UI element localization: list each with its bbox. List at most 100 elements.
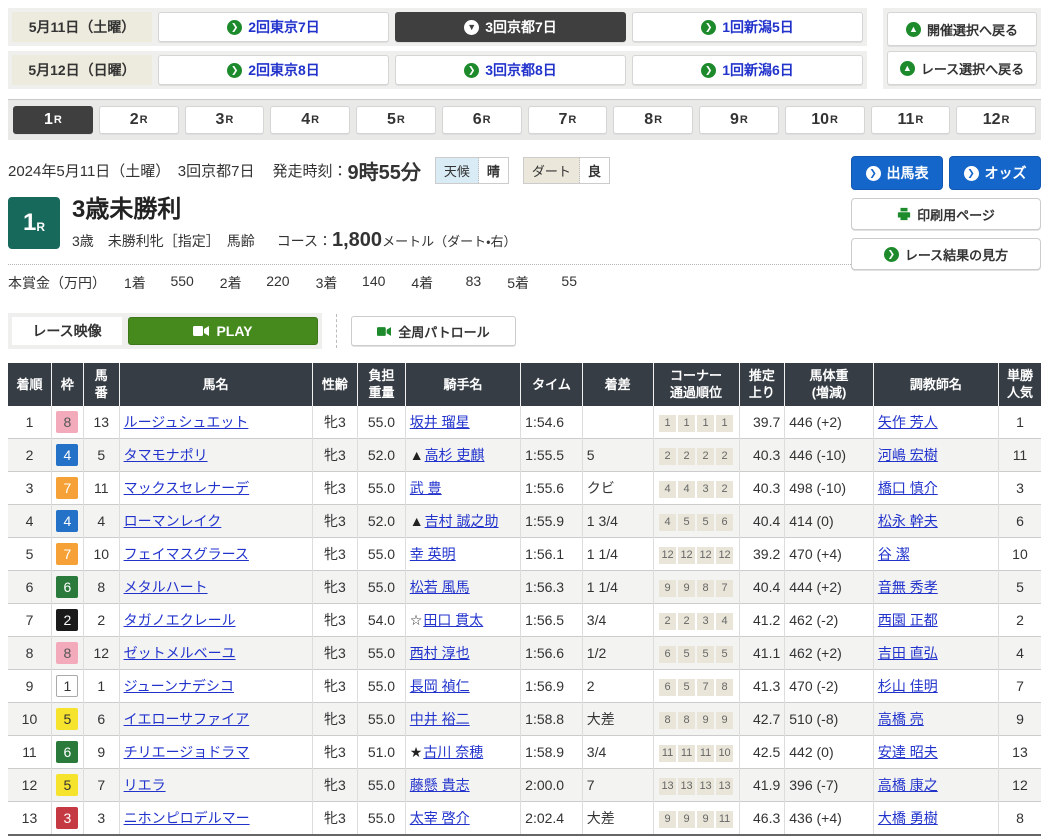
horse-name-link[interactable]: チリエージョドラマ [124, 744, 250, 760]
jockey-name-link[interactable]: 中井 裕二 [410, 711, 470, 727]
trainer-name-link[interactable]: 杉山 佳明 [878, 678, 938, 694]
horse-name-link[interactable]: ジューンナデシコ [124, 678, 234, 694]
jockey-cell: 太宰 啓介 [405, 802, 520, 836]
race-header: 2024年5月11日（土曜） 3回京都7日 発走時刻：9時55分 天候 晴 ダー… [8, 156, 1041, 299]
jockey-name-link[interactable]: 古川 奈穂 [423, 744, 483, 760]
trainer-name-link[interactable]: 西園 正都 [878, 612, 938, 628]
corner-position: 11 [697, 745, 714, 762]
horse-name-link[interactable]: マックスセレナーデ [124, 480, 250, 496]
jockey-name-link[interactable]: 武 豊 [410, 480, 442, 496]
race-tab-10R[interactable]: 10R [785, 106, 865, 134]
last-3f-time: 39.7 [739, 406, 785, 439]
carried-weight: 55.0 [358, 670, 406, 703]
carried-weight: 55.0 [358, 571, 406, 604]
race-result-page: 5月11日（土曜） ❯ 2回東京7日 ▼ 3回京都7日 ❯ 1回新潟5日 5月1… [0, 0, 1049, 836]
race-tab-7R[interactable]: 7R [528, 106, 608, 134]
meeting-button-tokyo8[interactable]: ❯ 2回東京8日 [158, 55, 389, 85]
trainer-name-link[interactable]: 松永 幹夫 [878, 513, 938, 529]
meeting-button-tokyo7[interactable]: ❯ 2回東京7日 [158, 12, 389, 42]
horse-name-link[interactable]: フェイマスグラース [124, 546, 249, 562]
sex-age: 牝3 [312, 538, 357, 571]
back-to-race-select-button[interactable]: ▲ レース選択へ戻る [887, 51, 1037, 85]
corner-positions: 6578 [653, 670, 739, 703]
meeting-button-niigata6[interactable]: ❯ 1回新潟6日 [632, 55, 863, 85]
horse-name-link[interactable]: ニホンピロデルマー [124, 810, 250, 826]
trainer-name-link[interactable]: 谷 潔 [878, 546, 910, 562]
jockey-name-link[interactable]: 太宰 啓介 [410, 810, 470, 826]
arrow-up-icon: ▲ [906, 22, 921, 37]
race-tab-2R[interactable]: 2R [99, 106, 179, 134]
race-tab-9R[interactable]: 9R [699, 106, 779, 134]
play-button[interactable]: PLAY [128, 317, 318, 345]
meeting-label: 1回新潟5日 [722, 17, 794, 37]
trainer-name-link[interactable]: 橋口 慎介 [878, 480, 938, 496]
jockey-cell: 藤懸 貴志 [405, 769, 520, 802]
horse-name-link[interactable]: ルージュシュエット [124, 414, 249, 430]
jockey-name-link[interactable]: 坂井 瑠星 [410, 414, 470, 430]
meeting-label: 2回東京8日 [248, 60, 320, 80]
race-tab-3R[interactable]: 3R [185, 106, 265, 134]
race-tab-1R[interactable]: 1R [13, 106, 93, 134]
horse-number: 3 [83, 802, 119, 836]
prize-label: 本賞金（万円） [8, 273, 106, 293]
result-row: 8812ゼットメルベーユ牝355.0西村 淳也1:56.61/2655541.1… [8, 637, 1041, 670]
patrol-video-button[interactable]: 全周パトロール [351, 316, 516, 346]
jockey-name-link[interactable]: 西村 淳也 [410, 645, 470, 661]
corner-position: 2 [678, 613, 695, 630]
result-row: 722タガノエクレール牝354.0☆田口 貫太1:56.53/4223441.2… [8, 604, 1041, 637]
jockey-name-link[interactable]: 長岡 禎仁 [410, 678, 470, 694]
horse-name-cell: リエラ [119, 769, 312, 802]
horse-name-link[interactable]: タガノエクレール [124, 612, 236, 628]
race-number-suffix: R [36, 220, 45, 234]
weather-label: 天候 [436, 158, 479, 183]
corner-position: 2 [716, 448, 733, 465]
jockey-name-link[interactable]: 吉村 誠之助 [425, 513, 499, 529]
print-page-button[interactable]: 印刷用ページ [851, 198, 1041, 230]
jockey-cell: ▲高杉 吏麒 [405, 439, 520, 472]
jockey-name-link[interactable]: 幸 英明 [410, 546, 456, 562]
trainer-name-link[interactable]: 安達 昭夫 [878, 744, 938, 760]
jockey-name-link[interactable]: 高杉 吏麒 [425, 447, 485, 463]
jockey-name-link[interactable]: 田口 貫太 [423, 612, 483, 628]
jockey-name-link[interactable]: 藤懸 貴志 [410, 777, 470, 793]
jockey-name-link[interactable]: 松若 風馬 [410, 579, 470, 595]
race-tab-11R[interactable]: 11R [871, 106, 951, 134]
back-to-kaisai-button[interactable]: ▲ 開催選択へ戻る [887, 12, 1037, 46]
meeting-button-kyoto8[interactable]: ❯ 3回京都8日 [395, 55, 626, 85]
race-tab-8R[interactable]: 8R [613, 106, 693, 134]
race-tab-6R[interactable]: 6R [442, 106, 522, 134]
race-tab-4R[interactable]: 4R [270, 106, 350, 134]
race-tab-5R[interactable]: 5R [356, 106, 436, 134]
horse-name-link[interactable]: ローマンレイク [124, 513, 222, 529]
horse-name-link[interactable]: タマモナポリ [124, 447, 208, 463]
result-guide-button[interactable]: ❯ レース結果の見方 [851, 238, 1041, 270]
horse-name-link[interactable]: リエラ [124, 777, 166, 793]
meeting-button-niigata5[interactable]: ❯ 1回新潟5日 [632, 12, 863, 42]
arrow-right-icon: ❯ [227, 63, 242, 78]
result-row: 444ローマンレイク牝352.0▲吉村 誠之助1:55.91 3/4455640… [8, 505, 1041, 538]
horse-body-weight: 414 (0) [785, 505, 874, 538]
trainer-name-link[interactable]: 高橋 康之 [878, 777, 938, 793]
race-tab-12R[interactable]: 12R [956, 106, 1036, 134]
trainer-name-link[interactable]: 音無 秀孝 [878, 579, 938, 595]
trainer-name-link[interactable]: 矢作 芳人 [878, 414, 938, 430]
win-popularity: 10 [998, 538, 1041, 571]
track-condition-badge: ダート 良 [523, 157, 610, 184]
horse-name-cell: タガノエクレール [119, 604, 312, 637]
corner-position: 9 [659, 580, 676, 597]
trainer-name-link[interactable]: 吉田 直弘 [878, 645, 938, 661]
horse-name-link[interactable]: イエローサファイア [124, 711, 250, 727]
result-row: 3711マックスセレナーデ牝355.0武 豊1:55.6クビ443240.349… [8, 472, 1041, 505]
meeting-day-rows: 5月11日（土曜） ❯ 2回東京7日 ▼ 3回京都7日 ❯ 1回新潟5日 5月1… [8, 8, 867, 89]
meeting-button-kyoto7-selected[interactable]: ▼ 3回京都7日 [395, 12, 626, 42]
trainer-name-link[interactable]: 大橋 勇樹 [878, 810, 938, 826]
win-popularity: 7 [998, 670, 1041, 703]
corner-position: 9 [697, 712, 714, 729]
shutsuba-button[interactable]: ❯ 出馬表 [851, 156, 943, 190]
trainer-name-link[interactable]: 河嶋 宏樹 [878, 447, 938, 463]
horse-name-link[interactable]: ゼットメルベーユ [124, 645, 236, 661]
carried-weight: 55.0 [358, 703, 406, 736]
odds-button[interactable]: ❯ オッズ [949, 156, 1041, 190]
trainer-name-link[interactable]: 高橋 亮 [878, 711, 924, 727]
horse-name-link[interactable]: メタルハート [124, 579, 208, 595]
